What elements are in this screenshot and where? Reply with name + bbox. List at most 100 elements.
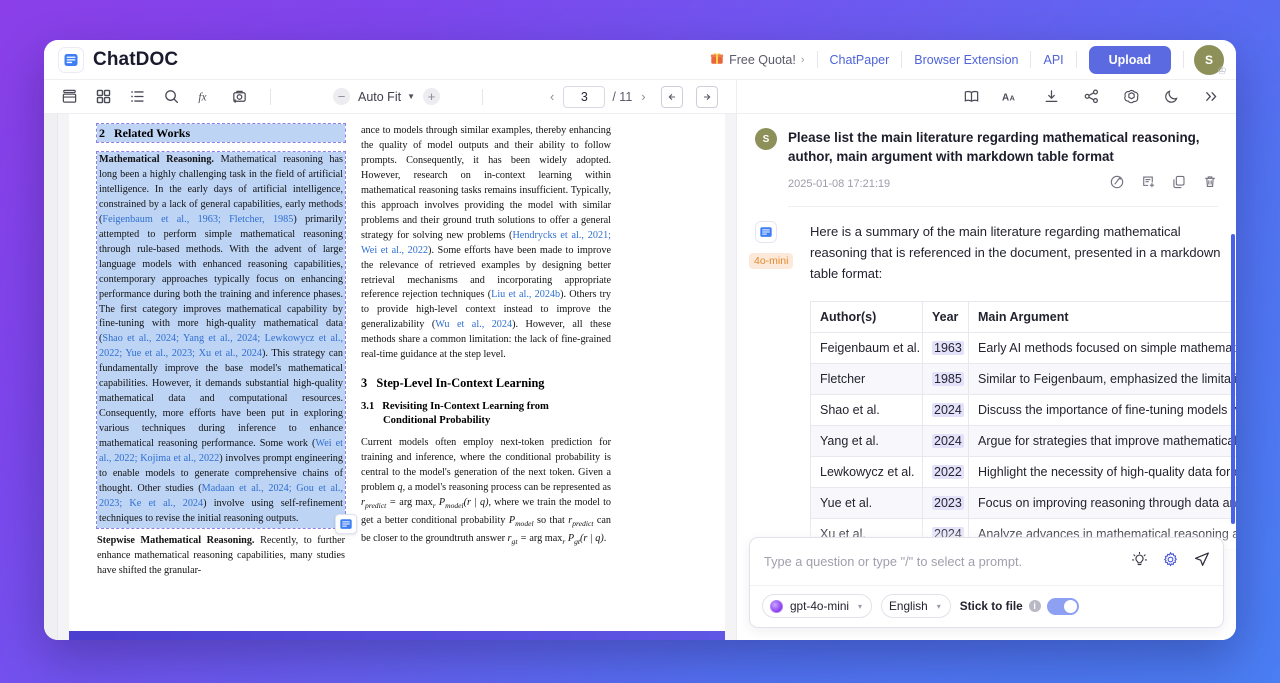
divider bbox=[788, 206, 1218, 207]
cell-argument: Highlight the necessity of high-quality … bbox=[968, 456, 1236, 488]
ai-intro-text: Here is a summary of the main literature… bbox=[810, 224, 1221, 281]
download-icon[interactable] bbox=[1038, 84, 1064, 110]
zoom-level-label: Auto Fit bbox=[358, 89, 402, 104]
year-badge: 2024 bbox=[932, 434, 964, 448]
chat-scrollbar[interactable] bbox=[1231, 234, 1235, 524]
app-window: ChatDOC Free Quota! › ChatPaper Browser … bbox=[44, 40, 1236, 640]
collapse-right-button[interactable] bbox=[695, 85, 718, 108]
svg-text:fx: fx bbox=[198, 91, 206, 103]
table-row: Yang et al. 2024 Argue for strategies that… bbox=[810, 425, 1236, 457]
pdf-heading-3-title-line2: Conditional Probability bbox=[383, 415, 491, 427]
cell-argument: Focus on improving reasoning through dat… bbox=[968, 487, 1236, 519]
brand-name: ChatDOC bbox=[93, 48, 179, 70]
lightbulb-icon[interactable] bbox=[1131, 551, 1148, 573]
topbar-link-api[interactable]: API bbox=[1031, 53, 1075, 67]
year-badge: 2024 bbox=[932, 403, 964, 417]
chat-message-user: S Please list the main literature regard… bbox=[737, 128, 1236, 207]
top-bar: ChatDOC Free Quota! › ChatPaper Browser … bbox=[44, 40, 1236, 80]
pdf-citation-1[interactable]: Feigenbaum et al., 1963; Fletcher, 1985 bbox=[102, 214, 293, 225]
stick-to-file-group: Stick to file i bbox=[960, 597, 1079, 615]
brand[interactable]: ChatDOC bbox=[58, 46, 179, 73]
pdf-heading-2-number: 3 bbox=[361, 376, 368, 391]
table-row: Shao et al. 2024 Discuss the importance of… bbox=[810, 394, 1236, 426]
page-navigation: ‹ / 11 › bbox=[548, 85, 718, 108]
pdf-rcitation-3[interactable]: Wu et al., 2024 bbox=[435, 319, 512, 330]
share-icon[interactable] bbox=[1078, 84, 1104, 110]
cell-author: Fletcher bbox=[810, 363, 923, 395]
cell-argument: Argue for strategies that improve mathem… bbox=[968, 425, 1236, 457]
openai-icon[interactable] bbox=[1118, 84, 1144, 110]
model-select[interactable]: gpt-4o-mini ▾ bbox=[762, 594, 873, 618]
info-icon[interactable]: i bbox=[1028, 600, 1041, 612]
free-quota-label: Free Quota! bbox=[729, 52, 796, 67]
table-row: Fletcher 1985 Similar to Feigenbaum, empha… bbox=[810, 363, 1236, 395]
zoom-level-select[interactable]: Auto Fit ▼ bbox=[358, 90, 415, 104]
formula-fx-icon[interactable]: fx bbox=[192, 84, 218, 110]
copy-icon[interactable] bbox=[1171, 174, 1187, 193]
cell-argument: Discuss the importance of fine-tuning mo… bbox=[968, 394, 1236, 426]
outline-list-icon[interactable] bbox=[124, 84, 150, 110]
pdf-rcitation-2[interactable]: Liu et al., 2024b bbox=[491, 289, 560, 300]
svg-text:A: A bbox=[1010, 94, 1015, 103]
chevron-down-icon: ▾ bbox=[936, 601, 941, 611]
pdf-column-right: ance to models through similar examples,… bbox=[335, 124, 611, 640]
user-message-body: Please list the main literature regardin… bbox=[788, 128, 1218, 207]
page-number-input[interactable] bbox=[563, 85, 606, 108]
year-badge: 1963 bbox=[932, 341, 964, 355]
table-head: Author(s) Year Main Argument bbox=[810, 301, 1236, 333]
divider bbox=[270, 88, 271, 105]
document-lines-icon[interactable] bbox=[335, 514, 357, 535]
grid-view-icon[interactable] bbox=[90, 84, 116, 110]
prev-page-button[interactable]: ‹ bbox=[548, 89, 556, 104]
toolbar-right: AA bbox=[736, 80, 1236, 113]
year-badge: 1985 bbox=[932, 372, 964, 386]
model-select-label: gpt-4o-mini bbox=[790, 599, 850, 613]
topbar-link-browser-extension[interactable]: Browser Extension bbox=[902, 53, 1030, 67]
cell-year: 2023 bbox=[922, 487, 969, 519]
table-row: Feigenbaum et al. 1963 Early AI methods fo… bbox=[810, 332, 1236, 364]
delete-icon[interactable] bbox=[1202, 174, 1218, 193]
send-icon[interactable] bbox=[1193, 550, 1211, 573]
language-select[interactable]: English ▾ bbox=[881, 594, 951, 618]
zoom-out-button[interactable]: − bbox=[333, 88, 350, 105]
toolbar-left: fx − Auto Fit ▼ + ‹ / 11 › bbox=[44, 80, 736, 113]
stick-to-file-toggle[interactable] bbox=[1046, 597, 1079, 615]
chevron-right-icon: › bbox=[800, 53, 805, 66]
pdf-heading-2: 3 Step-Level In-Context Learning bbox=[361, 376, 611, 391]
chevron-down-icon: ▾ bbox=[858, 601, 863, 611]
zoom-controls: − Auto Fit ▼ + bbox=[333, 88, 440, 105]
upload-button[interactable]: Upload bbox=[1088, 45, 1171, 74]
composer-icons bbox=[1121, 550, 1211, 573]
pdf-equation-1: rpredict = arg maxr Pmodel(r | q) bbox=[361, 497, 489, 511]
user-question-text: Please list the main literature regardin… bbox=[788, 130, 1200, 164]
cell-year: 1985 bbox=[922, 363, 969, 395]
book-read-icon[interactable] bbox=[958, 84, 984, 110]
snapshot-camera-icon[interactable] bbox=[226, 84, 252, 110]
next-page-button[interactable]: › bbox=[639, 89, 647, 104]
free-quota-button[interactable]: Free Quota! › bbox=[710, 51, 816, 68]
pdf-para-text-c: ). This strategy can fundamentally impro… bbox=[99, 348, 343, 450]
pdf-rpara2-b: , a model's reasoning process can be rep… bbox=[402, 482, 611, 494]
collapse-left-button[interactable] bbox=[660, 85, 683, 108]
table-row: Yue et al. 2023 Focus on improving reasoni… bbox=[810, 487, 1236, 519]
pdf-rpara-text-a: ance to models through similar examples,… bbox=[361, 125, 611, 241]
chat-message-ai: 4o-mini Here is a summary of the main li… bbox=[737, 207, 1236, 581]
font-size-icon[interactable]: AA bbox=[998, 84, 1024, 110]
pdf-para-text-b: ) primarily attempted to perform simple … bbox=[99, 213, 343, 345]
pdf-para2-lead-bold: Stepwise Mathematical Reasoning. bbox=[97, 534, 255, 546]
pdf-viewer-pane[interactable]: 2 Related Works Mathematical Reasoning. … bbox=[44, 114, 736, 640]
regenerate-icon[interactable] bbox=[1109, 174, 1125, 193]
search-icon[interactable] bbox=[158, 84, 184, 110]
cell-year: 2024 bbox=[922, 425, 969, 457]
dark-mode-moon-icon[interactable] bbox=[1158, 84, 1184, 110]
thumbnail-panel-icon[interactable] bbox=[56, 84, 82, 110]
chat-input[interactable] bbox=[764, 554, 1121, 569]
more-chevrons-icon[interactable] bbox=[1198, 84, 1224, 110]
table-row: Lewkowycz et al. 2022 Highlight the necess… bbox=[810, 456, 1236, 488]
add-to-note-icon[interactable] bbox=[1140, 174, 1156, 193]
settings-gear-icon[interactable] bbox=[1162, 551, 1179, 573]
zoom-in-button[interactable]: + bbox=[423, 88, 440, 105]
topbar-link-chatpaper[interactable]: ChatPaper bbox=[818, 53, 902, 67]
model-tag: 4o-mini bbox=[749, 253, 794, 269]
pdf-section-heading: 2 Related Works bbox=[96, 123, 346, 143]
